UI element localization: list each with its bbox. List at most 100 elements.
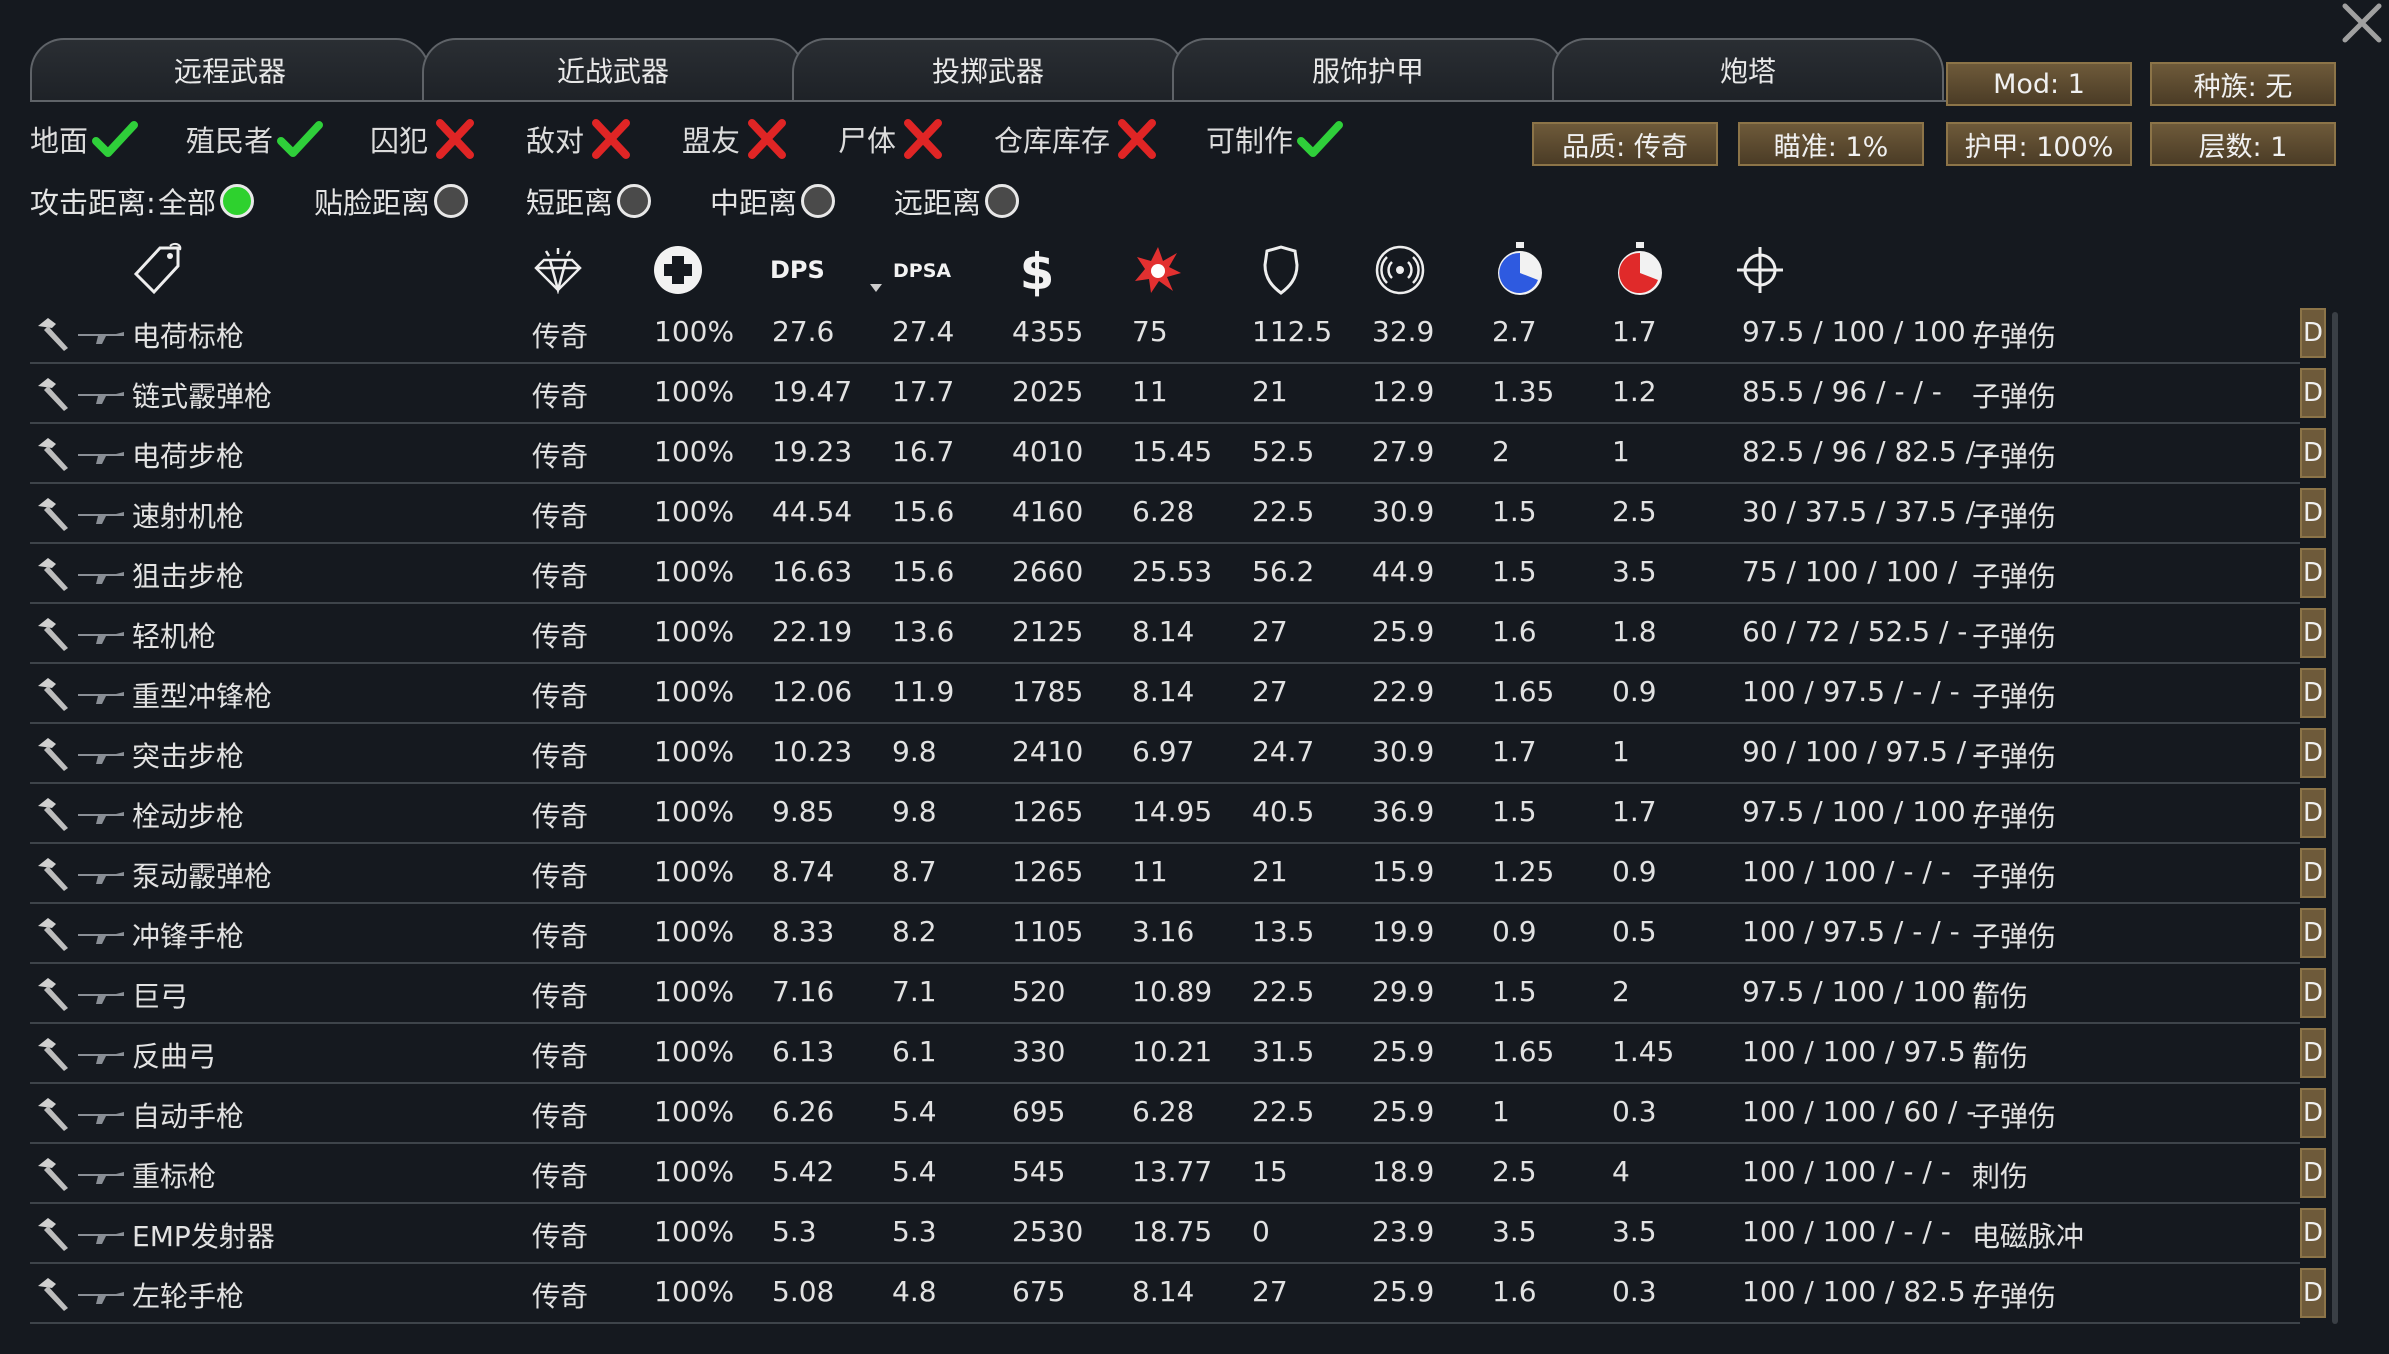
hammer-icon[interactable] — [34, 1276, 70, 1312]
filter-3[interactable]: 敌对 — [526, 118, 634, 160]
filter-2[interactable]: 囚犯 — [370, 118, 478, 160]
detail-button[interactable]: D — [2300, 368, 2326, 418]
detail-button[interactable]: D — [2300, 1208, 2326, 1258]
scrollbar[interactable] — [2332, 312, 2338, 1324]
detail-button[interactable]: D — [2300, 668, 2326, 718]
hammer-icon[interactable] — [34, 976, 70, 1012]
hammer-icon[interactable] — [34, 1036, 70, 1072]
crosshair-icon[interactable] — [1732, 246, 1788, 294]
range-option-4[interactable]: 远距离 — [894, 180, 1020, 222]
filter-6[interactable]: 仓库库存 — [994, 118, 1160, 160]
filter-0[interactable]: 地面 — [30, 118, 139, 160]
table-row[interactable]: 电荷步枪 传奇 100% 19.23 16.7 4010 15.45 52.5 27.9 2 1 82… — [30, 424, 2326, 484]
detail-button[interactable]: D — [2300, 788, 2326, 838]
filter-5[interactable]: 尸体 — [838, 118, 946, 160]
tab-ranged[interactable]: 远程武器 — [30, 38, 430, 100]
dpsa-header[interactable]: DPSA — [893, 260, 951, 282]
close-icon[interactable] — [2339, 0, 2385, 46]
detail-button[interactable]: D — [2300, 608, 2326, 658]
table-row[interactable]: 电荷标枪 传奇 100% 27.6 27.4 4355 75 112.5 32.9 2.7 1.7 9… — [30, 304, 2326, 364]
range-option-2[interactable]: 短距离 — [526, 180, 652, 222]
table-row[interactable]: 栓动步枪 传奇 100% 9.85 9.8 1265 14.95 40.5 36.9 1.5 1.7… — [30, 784, 2326, 844]
table-row[interactable]: 狙击步枪 传奇 100% 16.63 15.6 2660 25.53 56.2 44.9 1.5 3… — [30, 544, 2326, 604]
hammer-icon[interactable] — [34, 316, 70, 352]
hammer-icon[interactable] — [34, 1156, 70, 1192]
health-cross-icon[interactable] — [650, 246, 706, 294]
hit-points-cell: 100% — [654, 735, 735, 768]
hammer-icon[interactable] — [34, 496, 70, 532]
detail-button[interactable]: D — [2300, 728, 2326, 778]
hammer-icon[interactable] — [34, 1096, 70, 1132]
filter-4[interactable]: 盟友 — [682, 118, 790, 160]
table-row[interactable]: 自动手枪 传奇 100% 6.26 5.4 695 6.28 22.5 25.9 1 0.3 100 … — [30, 1084, 2326, 1144]
table-row[interactable]: 轻机枪 传奇 100% 22.19 13.6 2125 8.14 27 25.9 1.6 1.8 60… — [30, 604, 2326, 664]
race-button[interactable]: 种族: 无 — [2150, 62, 2336, 106]
market-value-cell: 2660 — [1012, 555, 1084, 588]
range-option-1[interactable]: 贴脸距离 — [314, 180, 469, 222]
hammer-icon[interactable] — [34, 376, 70, 412]
radio-icon[interactable] — [801, 184, 836, 218]
detail-button[interactable]: D — [2300, 1148, 2326, 1198]
range-option-3[interactable]: 中距离 — [710, 180, 836, 222]
tab-turrets[interactable]: 炮塔 — [1552, 38, 1944, 100]
layers-button[interactable]: 层数: 1 — [2150, 122, 2336, 166]
explosion-icon[interactable] — [1130, 246, 1186, 294]
table-row[interactable]: 链式霰弹枪 传奇 100% 19.47 17.7 2025 11 21 12.9 1.35 1.2 8… — [30, 364, 2326, 424]
detail-button[interactable]: D — [2300, 908, 2326, 958]
filter-label: 地面 — [30, 124, 89, 158]
hammer-icon[interactable] — [34, 1216, 70, 1252]
detail-button[interactable]: D — [2300, 1268, 2326, 1318]
tag-icon[interactable] — [128, 242, 188, 295]
mod-button[interactable]: Mod: 1 — [1946, 62, 2132, 106]
table-row[interactable]: 速射机枪 传奇 100% 44.54 15.6 4160 6.28 22.5 30.9 1.5 2.… — [30, 484, 2326, 544]
armor-penetration-cell: 27 — [1252, 615, 1288, 648]
table-row[interactable]: 重型冲锋枪 传奇 100% 12.06 11.9 1785 8.14 27 22.9 1.65 0.… — [30, 664, 2326, 724]
filter-1[interactable]: 殖民者 — [186, 118, 324, 160]
warmup-timer-icon[interactable] — [1492, 242, 1548, 295]
hammer-icon[interactable] — [34, 616, 70, 652]
detail-button[interactable]: D — [2300, 1088, 2326, 1138]
table-row[interactable]: 反曲弓 传奇 100% 6.13 6.1 330 10.21 31.5 25.9 1.65 1.45… — [30, 1024, 2326, 1084]
radio-icon[interactable] — [434, 184, 469, 218]
detail-button[interactable]: D — [2300, 1028, 2326, 1078]
dollar-icon[interactable]: $ — [1012, 243, 1062, 297]
tab-melee[interactable]: 近战武器 — [422, 38, 804, 100]
hammer-icon[interactable] — [34, 736, 70, 772]
quality-button[interactable]: 品质: 传奇 — [1532, 122, 1718, 166]
table-row[interactable]: 突击步枪 传奇 100% 10.23 9.8 2410 6.97 24.7 30.9 1.7 1 90… — [30, 724, 2326, 784]
detail-button[interactable]: D — [2300, 488, 2326, 538]
table-row[interactable]: EMP发射器 传奇 100% 5.3 5.3 2530 18.75 0 23.9 3.5 3.5 10… — [30, 1204, 2326, 1264]
table-row[interactable]: 泵动霰弹枪 传奇 100% 8.74 8.7 1265 11 21 15.9 1.25 0.9 100… — [30, 844, 2326, 904]
table-row[interactable]: 重标枪 传奇 100% 5.42 5.4 545 13.77 15 18.9 2.5 4 100 / … — [30, 1144, 2326, 1204]
range-signal-icon[interactable] — [1372, 245, 1428, 295]
hammer-icon[interactable] — [34, 856, 70, 892]
detail-button[interactable]: D — [2300, 548, 2326, 598]
hammer-icon[interactable] — [34, 436, 70, 472]
hammer-icon[interactable] — [34, 556, 70, 592]
detail-button[interactable]: D — [2300, 848, 2326, 898]
tab-apparel[interactable]: 服饰护甲 — [1172, 38, 1564, 100]
radio-icon[interactable] — [985, 184, 1020, 218]
market-value-cell: 545 — [1012, 1155, 1066, 1188]
detail-button[interactable]: D — [2300, 968, 2326, 1018]
diamond-icon[interactable] — [530, 246, 586, 294]
damage-type-cell: 子弹伤 — [1972, 680, 2057, 713]
tab-throwing[interactable]: 投掷武器 — [792, 38, 1184, 100]
table-row[interactable]: 冲锋手枪 传奇 100% 8.33 8.2 1105 3.16 13.5 19.9 0.9 0.5 1… — [30, 904, 2326, 964]
radio-icon[interactable] — [220, 184, 255, 218]
hammer-icon[interactable] — [34, 676, 70, 712]
radio-icon[interactable] — [617, 184, 652, 218]
range-option-0[interactable]: 全部 — [158, 180, 255, 222]
detail-button[interactable]: D — [2300, 428, 2326, 478]
hammer-icon[interactable] — [34, 796, 70, 832]
hammer-icon[interactable] — [34, 916, 70, 952]
aim-button[interactable]: 瞄准: 1% — [1738, 122, 1924, 166]
filter-7[interactable]: 可制作 — [1206, 118, 1344, 160]
table-row[interactable]: 左轮手枪 传奇 100% 5.08 4.8 675 8.14 27 25.9 1.6 0.3 100 … — [30, 1264, 2326, 1324]
table-row[interactable]: 巨弓 传奇 100% 7.16 7.1 520 10.89 22.5 29.9 1.5 2 97.5 … — [30, 964, 2326, 1024]
shield-icon[interactable] — [1256, 245, 1306, 295]
dps-header[interactable]: DPS — [770, 256, 825, 284]
cooldown-timer-icon[interactable] — [1612, 242, 1668, 295]
detail-button[interactable]: D — [2300, 308, 2326, 358]
armor-button[interactable]: 护甲: 100% — [1946, 122, 2132, 166]
